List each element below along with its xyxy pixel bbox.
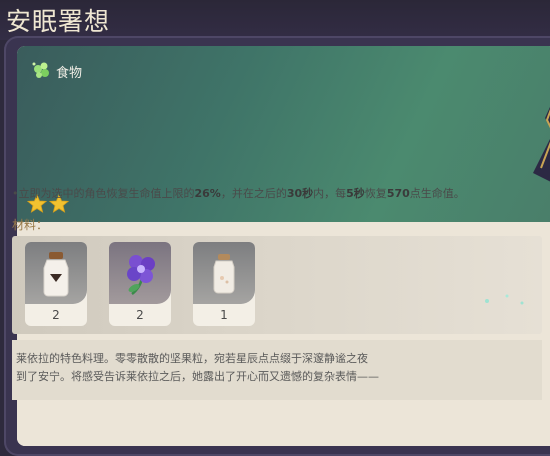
effect-amount: 570 (386, 187, 410, 200)
materials-panel: 2 2 1 (12, 236, 542, 334)
effect-duration: 30秒 (286, 187, 314, 200)
effect-mid3: 恢复 (364, 187, 387, 200)
material-picture (193, 242, 255, 304)
effect-mid2: 内，每 (313, 187, 347, 200)
effect-percent: 26% (194, 187, 221, 200)
jar-icon (213, 254, 235, 294)
effect-suffix: 点生命值。 (409, 187, 465, 200)
effect-prefix: •立即为选中的角色恢复生命值上限的 (12, 187, 195, 200)
item-type: 食物 (31, 60, 82, 82)
material-count: 2 (136, 308, 144, 322)
material-count: 1 (220, 308, 228, 322)
material-item[interactable]: 2 (25, 242, 87, 326)
title-bar: 安眠署想 (0, 0, 550, 40)
material-picture (109, 242, 171, 304)
material-item[interactable]: 1 (193, 242, 255, 326)
material-count: 2 (52, 308, 60, 322)
materials-label: 材料： (12, 218, 49, 232)
purple-flower-icon (127, 255, 155, 295)
item-type-label: 食物 (56, 65, 83, 81)
decorative-corner-icon (533, 106, 550, 182)
sparkle-icon (505, 294, 509, 298)
sparkle-icon (520, 301, 524, 305)
effect-mid1: ，并在之后的 (220, 187, 287, 200)
sparkle-icon (485, 299, 489, 303)
material-item[interactable]: 2 (109, 242, 171, 326)
page-title: 安眠署想 (6, 7, 111, 36)
salt-jar-icon (43, 252, 69, 297)
food-leaf-icon (32, 62, 49, 78)
item-description: 莱依拉的特色料理。零零散散的坚果粒，宛若星辰点点缀于深邃静谧之夜 到了安宁。将感… (16, 350, 532, 386)
material-picture (25, 242, 87, 304)
description-line: 到了安宁。将感受告诉莱依拉之后，她露出了开心而又遗憾的复杂表情—— (16, 370, 379, 383)
effect-interval: 5秒 (346, 187, 365, 200)
description-line: 莱依拉的特色料理。零零散散的坚果粒，宛若星辰点点缀于深邃静谧之夜 (16, 352, 368, 365)
effect-text: •立即为选中的角色恢复生命值上限的26%，并在之后的30秒内，每5秒恢复570点… (12, 186, 532, 202)
